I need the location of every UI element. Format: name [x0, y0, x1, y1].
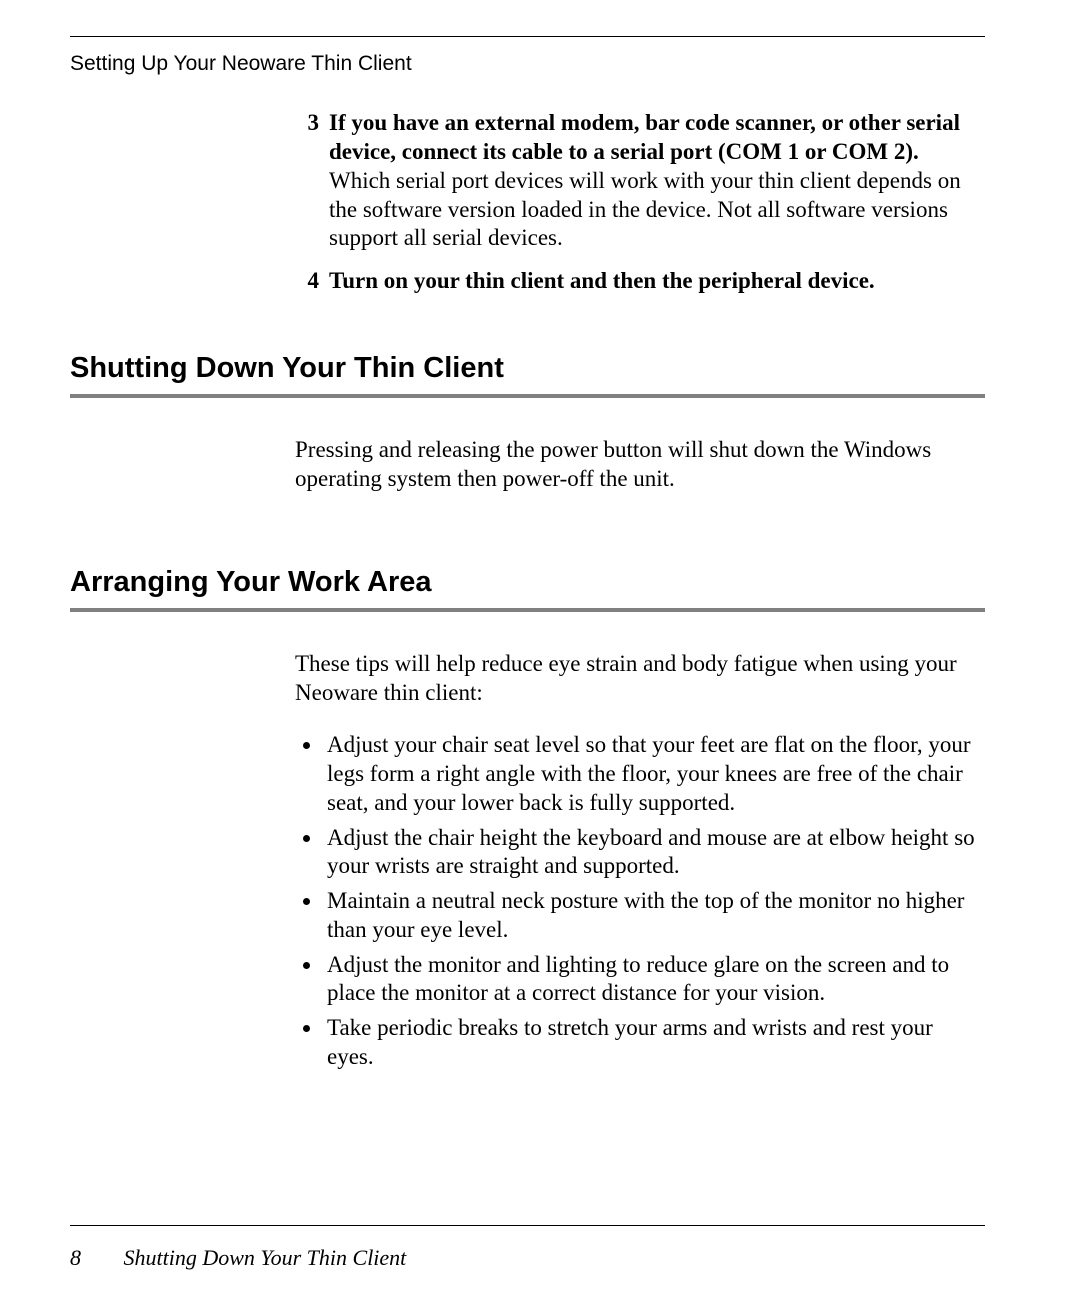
- list-item: Maintain a neutral neck posture with the…: [323, 887, 985, 945]
- section2-body: These tips will help reduce eye strain a…: [295, 650, 985, 1072]
- section2-intro: These tips will help reduce eye strain a…: [295, 650, 985, 708]
- step-4: 4 Turn on your thin client and then the …: [295, 267, 985, 296]
- step-number: 4: [295, 267, 319, 296]
- top-rule: [70, 36, 985, 37]
- step-number: 3: [295, 109, 319, 253]
- page-footer: 8 Shutting Down Your Thin Client: [70, 1225, 985, 1272]
- list-item: Take periodic breaks to stretch your arm…: [323, 1014, 985, 1072]
- footer-section-name: Shutting Down Your Thin Client: [124, 1245, 407, 1270]
- running-head: Setting Up Your Neoware Thin Client: [70, 51, 985, 77]
- step-text: Turn on your thin client and then the pe…: [329, 267, 985, 296]
- section1-body: Pressing and releasing the power button …: [295, 436, 985, 494]
- section-title-arranging: Arranging Your Work Area: [70, 564, 985, 600]
- list-item: Adjust the monitor and lighting to reduc…: [323, 951, 985, 1009]
- list-item: Adjust your chair seat level so that you…: [323, 731, 985, 817]
- list-item: Adjust the chair height the keyboard and…: [323, 824, 985, 882]
- section2-bullets: Adjust your chair seat level so that you…: [295, 731, 985, 1071]
- step-bold-text: Turn on your thin client and then the pe…: [329, 268, 875, 293]
- section1-paragraph: Pressing and releasing the power button …: [295, 436, 985, 494]
- bottom-rule: [70, 1225, 985, 1226]
- section-rule: [70, 394, 985, 398]
- step-bold-text: If you have an external modem, bar code …: [329, 110, 960, 164]
- section-title-shutdown: Shutting Down Your Thin Client: [70, 350, 985, 386]
- step-rest-text: Which serial port devices will work with…: [329, 168, 961, 251]
- footer-line: 8 Shutting Down Your Thin Client: [70, 1244, 985, 1272]
- section-rule: [70, 608, 985, 612]
- step-3: 3 If you have an external modem, bar cod…: [295, 109, 985, 253]
- document-page: Setting Up Your Neoware Thin Client 3 If…: [0, 0, 1080, 1311]
- step-text: If you have an external modem, bar code …: [329, 109, 985, 253]
- page-number: 8: [70, 1244, 118, 1272]
- numbered-steps-block: 3 If you have an external modem, bar cod…: [295, 109, 985, 296]
